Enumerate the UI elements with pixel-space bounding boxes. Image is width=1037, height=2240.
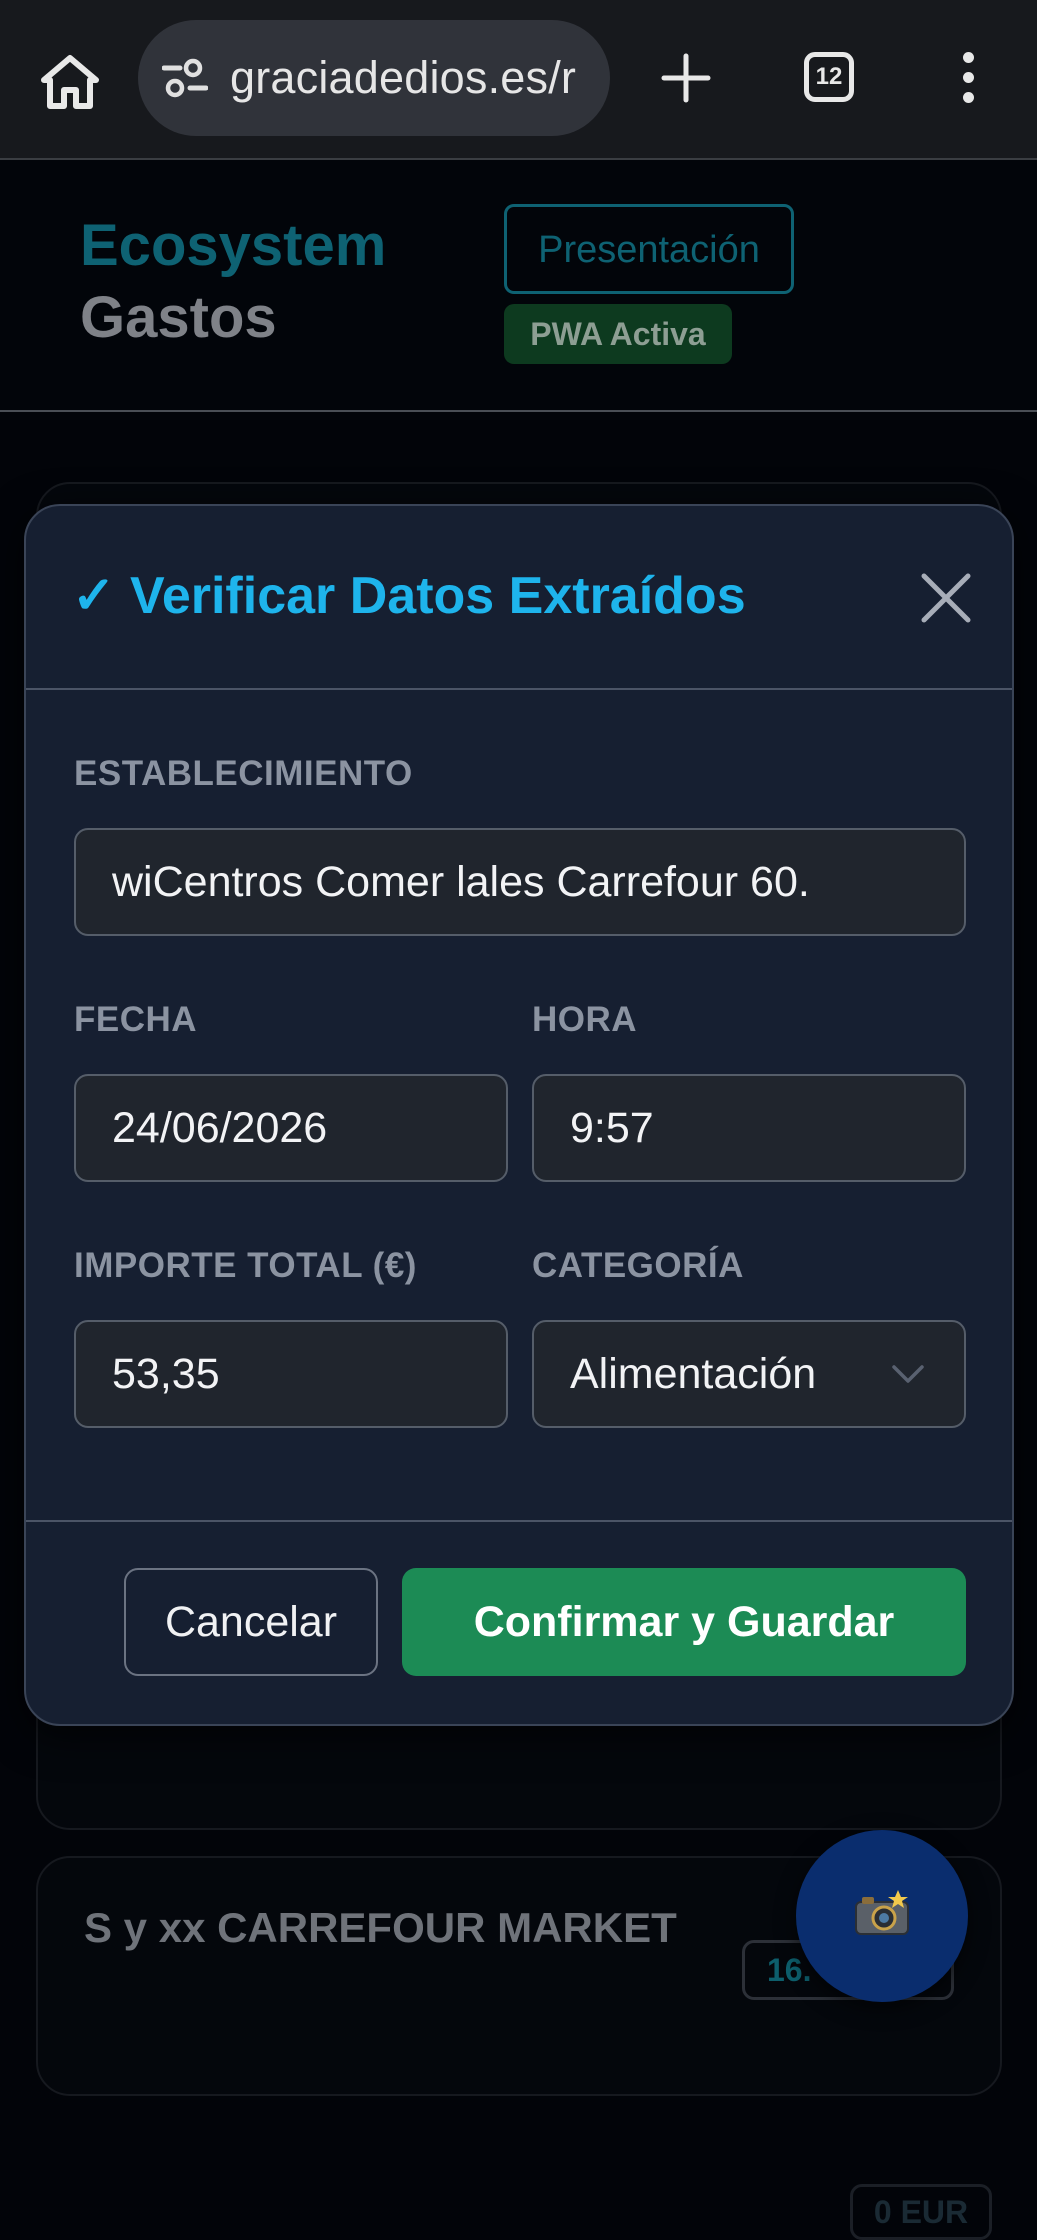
brand-subtitle: Gastos [80,285,277,350]
date-label: FECHA [74,1000,198,1039]
amount-field[interactable] [74,1320,508,1428]
modal-body: ESTABLECIMIENTO FECHA HORA IMPORTE TOTAL… [26,690,1012,1520]
modal-title: ✓ Verificar Datos Extraídos [72,567,746,625]
time-label: HORA [532,1000,638,1039]
app-header: Ecosystem Gastos Presentación PWA Activa [0,160,1037,412]
brand-title: Ecosystem [80,213,387,278]
browser-toolbar: graciadedios.es/r 12 [0,0,1037,160]
time-field[interactable] [532,1074,966,1182]
cancel-button[interactable]: Cancelar [124,1568,378,1676]
amount-badge: 0 EUR [850,2184,992,2240]
confirm-save-button[interactable]: Confirmar y Guardar [402,1568,966,1676]
establishment-field[interactable] [74,828,966,936]
category-select[interactable]: Alimentación [532,1320,966,1428]
presentation-button[interactable]: Presentación [504,204,794,294]
close-icon[interactable] [918,570,974,626]
url-text[interactable]: graciadedios.es/r [230,52,576,104]
pwa-status-badge: PWA Activa [504,304,732,364]
establishment-label: ESTABLECIMIENTO [74,754,413,793]
scan-receipt-button[interactable] [796,1830,968,2002]
verify-data-modal: ✓ Verificar Datos Extraídos ESTABLECIMIE… [24,504,1014,1726]
expense-title: S y xx CARREFOUR MARKET [84,1904,677,1951]
category-label: CATEGORÍA [532,1246,744,1285]
more-menu-icon[interactable] [958,52,978,104]
address-bar[interactable]: graciadedios.es/r [138,20,610,136]
modal-footer: Cancelar Confirmar y Guardar [26,1520,1012,1724]
new-tab-icon[interactable] [660,52,712,104]
chevron-down-icon [892,1365,924,1383]
modal-header: ✓ Verificar Datos Extraídos [26,506,1012,690]
amount-label: IMPORTE TOTAL (€) [74,1246,417,1285]
date-field[interactable] [74,1074,508,1182]
site-settings-icon[interactable] [162,58,208,98]
tab-switcher-icon[interactable]: 12 [804,52,854,102]
camera-flash-icon [855,1890,909,1935]
home-icon[interactable] [38,52,102,112]
